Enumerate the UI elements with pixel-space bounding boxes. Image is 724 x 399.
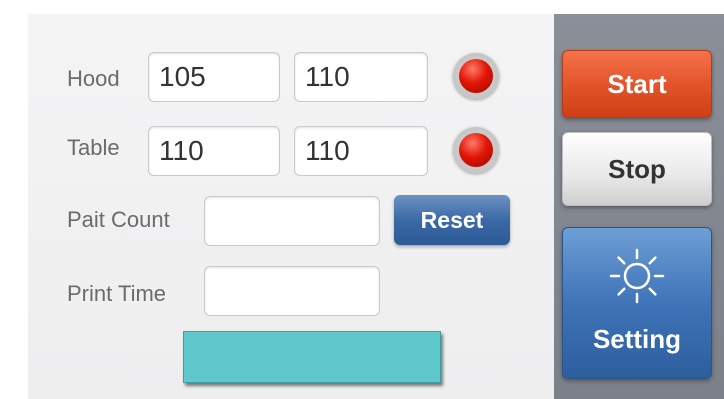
sun-icon <box>609 248 665 304</box>
hood-indicator-light <box>453 53 499 99</box>
start-button[interactable]: Start <box>562 50 712 118</box>
table-label: Table <box>67 135 120 160</box>
print-time-label: Print Time <box>67 281 167 306</box>
setting-button[interactable]: Setting <box>562 227 712 379</box>
side-panel: Start Stop Setting <box>554 14 724 399</box>
setting-label: Setting <box>592 324 682 354</box>
stop-button[interactable]: Stop <box>562 132 712 206</box>
hood-temp-field-1[interactable]: 105 <box>148 52 280 102</box>
table-temp-field-2[interactable]: 110 <box>294 126 428 176</box>
hood-label: Hood <box>67 66 120 91</box>
reset-button[interactable]: Reset <box>394 195 510 245</box>
pait-count-field[interactable] <box>204 196 380 246</box>
hood-temp-field-2[interactable]: 110 <box>294 52 428 102</box>
table-temp-field-1[interactable]: 110 <box>148 126 280 176</box>
table-indicator-light <box>453 127 499 173</box>
print-time-field[interactable] <box>204 266 380 316</box>
pait-count-label: Pait Count <box>67 207 170 232</box>
status-bar <box>183 331 441 383</box>
